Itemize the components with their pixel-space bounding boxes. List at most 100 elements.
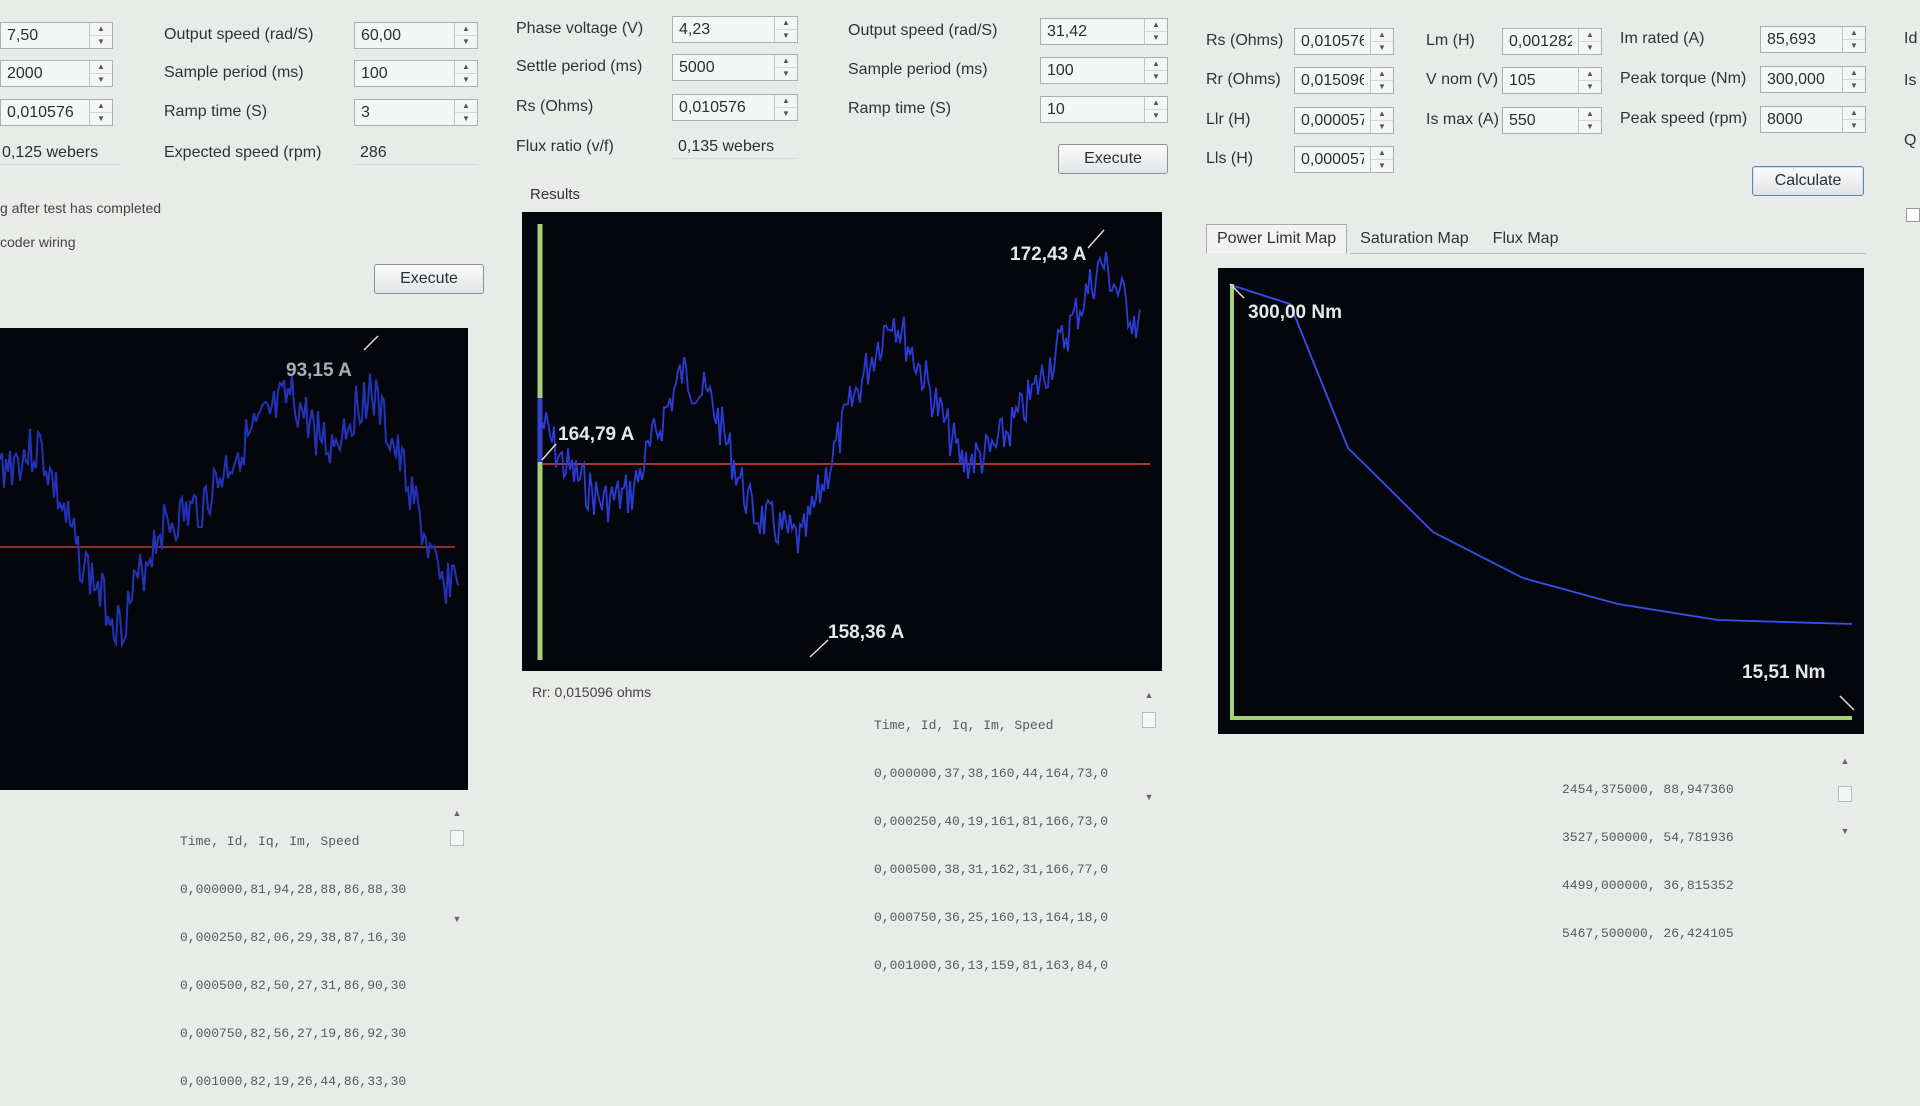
down-arrow-icon[interactable]: ▼ <box>775 107 797 120</box>
scroll-down-icon[interactable]: ▼ <box>448 914 466 924</box>
up-arrow-icon[interactable]: ▲ <box>1371 68 1393 80</box>
up-arrow-icon[interactable]: ▲ <box>90 100 112 112</box>
right-rs-input[interactable] <box>1295 29 1370 54</box>
up-arrow-icon[interactable]: ▲ <box>455 61 477 73</box>
left-value-2-input[interactable] <box>1 61 89 86</box>
left-output-speed-input[interactable] <box>355 23 454 48</box>
lls-spinbox[interactable]: ▲▼ <box>1294 146 1394 173</box>
scroll-thumb[interactable] <box>1838 786 1852 802</box>
spinner-arrows[interactable]: ▲ ▼ <box>89 23 112 48</box>
spinner-arrows[interactable]: ▲ ▼ <box>1144 58 1167 83</box>
up-arrow-icon[interactable]: ▲ <box>455 100 477 112</box>
spinner-arrows[interactable]: ▲ ▼ <box>774 95 797 120</box>
spinner-arrows[interactable]: ▲ ▼ <box>1842 27 1865 52</box>
middle-execute-button[interactable]: Execute <box>1058 144 1168 174</box>
down-arrow-icon[interactable]: ▼ <box>90 73 112 86</box>
up-arrow-icon[interactable]: ▲ <box>1145 58 1167 70</box>
spinner-arrows[interactable]: ▲ ▼ <box>1578 108 1601 133</box>
middle-log-scrollbar[interactable]: ▲ ▼ <box>1140 690 1158 802</box>
down-arrow-icon[interactable]: ▼ <box>1371 120 1393 133</box>
spinner-arrows[interactable]: ▲ ▼ <box>1144 97 1167 122</box>
lls-input[interactable] <box>1295 147 1370 172</box>
spinner-arrows[interactable]: ▲ ▼ <box>1842 107 1865 132</box>
left-value-3-spinbox[interactable]: ▲▼ <box>0 99 113 126</box>
scroll-up-icon[interactable]: ▲ <box>448 808 466 818</box>
scroll-up-icon[interactable]: ▲ <box>1836 756 1854 766</box>
down-arrow-icon[interactable]: ▼ <box>90 35 112 48</box>
up-arrow-icon[interactable]: ▲ <box>90 23 112 35</box>
down-arrow-icon[interactable]: ▼ <box>455 35 477 48</box>
middle-output-speed-spinbox[interactable]: ▲▼ <box>1040 18 1168 45</box>
up-arrow-icon[interactable]: ▲ <box>1843 27 1865 39</box>
left-value-1-spinbox[interactable]: ▲▼ <box>0 22 113 49</box>
down-arrow-icon[interactable]: ▼ <box>1843 119 1865 132</box>
spinner-arrows[interactable]: ▲ ▼ <box>774 17 797 42</box>
left-ramp-time-spinbox[interactable]: ▲▼ <box>354 99 478 126</box>
spinner-arrows[interactable]: ▲ ▼ <box>454 23 477 48</box>
edge-checkbox[interactable] <box>1906 208 1920 222</box>
down-arrow-icon[interactable]: ▼ <box>1145 109 1167 122</box>
down-arrow-icon[interactable]: ▼ <box>1371 41 1393 54</box>
left-value-3-input[interactable] <box>1 100 89 125</box>
down-arrow-icon[interactable]: ▼ <box>455 73 477 86</box>
spinner-arrows[interactable]: ▲ ▼ <box>774 55 797 80</box>
up-arrow-icon[interactable]: ▲ <box>1371 147 1393 159</box>
middle-sample-period-spinbox[interactable]: ▲▼ <box>1040 57 1168 84</box>
down-arrow-icon[interactable]: ▼ <box>1843 39 1865 52</box>
settle-period-spinbox[interactable]: ▲▼ <box>672 54 798 81</box>
up-arrow-icon[interactable]: ▲ <box>1843 107 1865 119</box>
up-arrow-icon[interactable]: ▲ <box>1843 67 1865 79</box>
down-arrow-icon[interactable]: ▼ <box>775 29 797 42</box>
spinner-arrows[interactable]: ▲ ▼ <box>89 100 112 125</box>
up-arrow-icon[interactable]: ▲ <box>1371 29 1393 41</box>
ismax-input[interactable] <box>1503 108 1578 133</box>
middle-rs-spinbox[interactable]: ▲▼ <box>672 94 798 121</box>
spinner-arrows[interactable]: ▲ ▼ <box>1370 68 1393 93</box>
up-arrow-icon[interactable]: ▲ <box>1371 108 1393 120</box>
middle-output-speed-input[interactable] <box>1041 19 1144 44</box>
middle-ramp-time-input[interactable] <box>1041 97 1144 122</box>
down-arrow-icon[interactable]: ▼ <box>1579 120 1601 133</box>
spinner-arrows[interactable]: ▲ ▼ <box>454 61 477 86</box>
down-arrow-icon[interactable]: ▼ <box>775 67 797 80</box>
spinner-arrows[interactable]: ▲ ▼ <box>1370 29 1393 54</box>
middle-ramp-time-spinbox[interactable]: ▲▼ <box>1040 96 1168 123</box>
left-ramp-time-input[interactable] <box>355 100 454 125</box>
scroll-thumb[interactable] <box>1142 712 1156 728</box>
right-rr-input[interactable] <box>1295 68 1370 93</box>
spinner-arrows[interactable]: ▲ ▼ <box>1578 68 1601 93</box>
down-arrow-icon[interactable]: ▼ <box>90 112 112 125</box>
peak-torque-spinbox[interactable]: ▲▼ <box>1760 66 1866 93</box>
down-arrow-icon[interactable]: ▼ <box>1145 31 1167 44</box>
right-rs-spinbox[interactable]: ▲▼ <box>1294 28 1394 55</box>
left-value-2-spinbox[interactable]: ▲▼ <box>0 60 113 87</box>
up-arrow-icon[interactable]: ▲ <box>775 55 797 67</box>
calculate-button[interactable]: Calculate <box>1752 166 1864 196</box>
down-arrow-icon[interactable]: ▼ <box>1843 79 1865 92</box>
down-arrow-icon[interactable]: ▼ <box>455 112 477 125</box>
spinner-arrows[interactable]: ▲ ▼ <box>1370 147 1393 172</box>
im-rated-input[interactable] <box>1761 27 1842 52</box>
spinner-arrows[interactable]: ▲ ▼ <box>1370 108 1393 133</box>
left-execute-button[interactable]: Execute <box>374 264 484 294</box>
right-rr-spinbox[interactable]: ▲▼ <box>1294 67 1394 94</box>
left-sample-period-input[interactable] <box>355 61 454 86</box>
up-arrow-icon[interactable]: ▲ <box>1579 68 1601 80</box>
tab-power-limit-map[interactable]: Power Limit Map <box>1206 224 1348 254</box>
peak-speed-input[interactable] <box>1761 107 1842 132</box>
scroll-down-icon[interactable]: ▼ <box>1836 826 1854 836</box>
down-arrow-icon[interactable]: ▼ <box>1145 70 1167 83</box>
middle-rs-input[interactable] <box>673 95 774 120</box>
up-arrow-icon[interactable]: ▲ <box>775 17 797 29</box>
tab-flux-map[interactable]: Flux Map <box>1482 224 1570 254</box>
peak-speed-spinbox[interactable]: ▲▼ <box>1760 106 1866 133</box>
up-arrow-icon[interactable]: ▲ <box>775 95 797 107</box>
left-sample-period-spinbox[interactable]: ▲▼ <box>354 60 478 87</box>
middle-sample-period-input[interactable] <box>1041 58 1144 83</box>
up-arrow-icon[interactable]: ▲ <box>90 61 112 73</box>
left-value-1-input[interactable] <box>1 23 89 48</box>
tab-saturation-map[interactable]: Saturation Map <box>1349 224 1480 254</box>
scroll-down-icon[interactable]: ▼ <box>1140 792 1158 802</box>
down-arrow-icon[interactable]: ▼ <box>1579 80 1601 93</box>
spinner-arrows[interactable]: ▲ ▼ <box>454 100 477 125</box>
